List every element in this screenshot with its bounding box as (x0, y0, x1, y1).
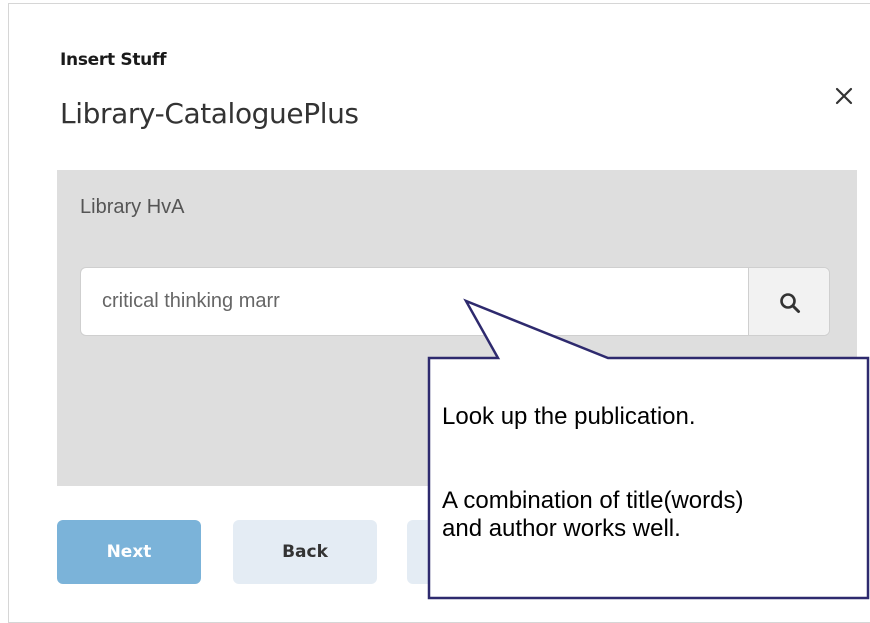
next-button[interactable]: Next (57, 520, 201, 584)
search-button[interactable] (748, 268, 829, 335)
dialog-eyebrow: Insert Stuff (60, 50, 167, 70)
back-button[interactable]: Back (233, 520, 377, 584)
search-icon (780, 293, 800, 313)
close-button[interactable] (834, 86, 854, 106)
callout-line-3: and author works well. (442, 515, 681, 542)
close-icon (835, 87, 853, 105)
dialog-title: Library-CataloguePlus (60, 97, 359, 130)
callout-line-1: Look up the publication. (442, 403, 696, 430)
callout-text: Look up the publication. A combination o… (442, 403, 862, 543)
callout-line-2: A combination of title(words) (442, 487, 744, 514)
panel-label: Library HvA (80, 196, 185, 218)
search-input[interactable] (82, 269, 748, 334)
search-box (80, 267, 830, 336)
